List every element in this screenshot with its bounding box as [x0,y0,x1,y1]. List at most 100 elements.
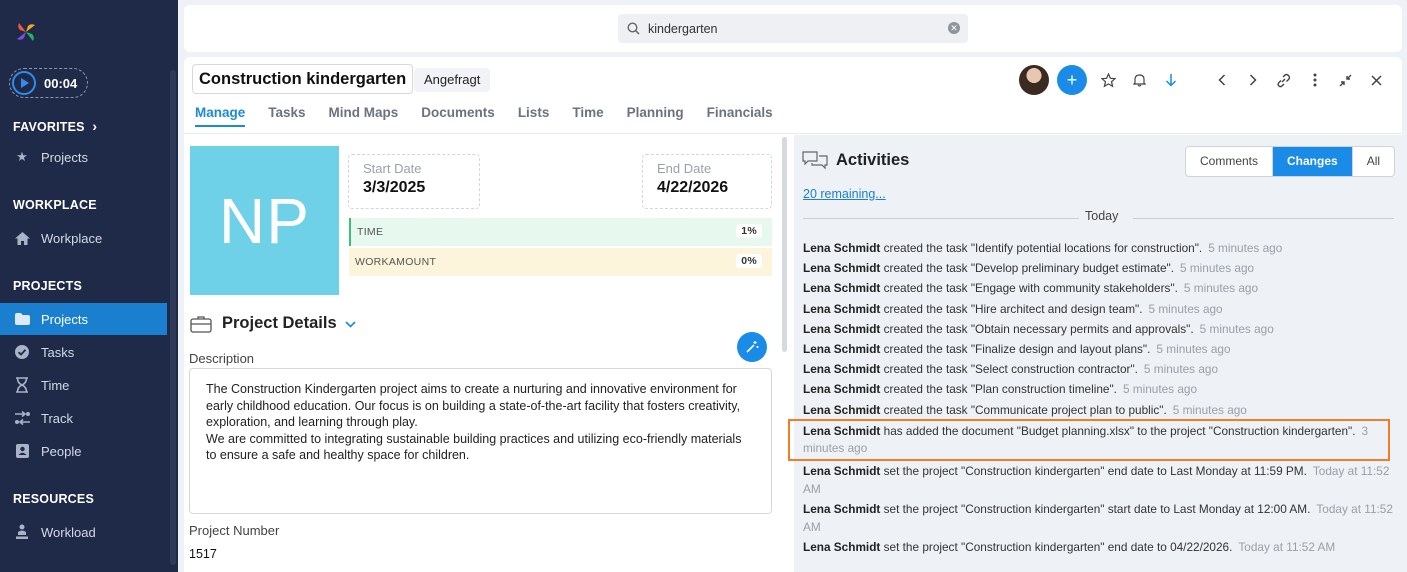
activity-item: Lena Schmidt created the task "Communica… [803,401,1393,419]
activity-time: 5 minutes ago [1143,362,1219,377]
search-value[interactable]: kindergarten [648,22,718,36]
filter-changes[interactable]: Changes [1272,147,1352,176]
end-date-field[interactable]: End Date 4/22/2026 [642,154,772,209]
activity-user[interactable]: Lena Schmidt [803,540,880,554]
sidebar-scrollbar[interactable] [170,70,176,565]
activity-text: created the task "Develop preliminary bu… [880,261,1174,276]
activity-time: 5 minutes ago [1172,402,1247,417]
track-icon [13,409,31,427]
ai-wand-button[interactable] [737,332,767,362]
sidebar-item-label: People [41,443,82,459]
time-label: TIME [357,226,384,238]
star-favorite-icon[interactable] [1093,65,1124,95]
status-badge[interactable]: Angefragt [414,68,491,92]
project-number-value[interactable]: 1517 [189,547,217,561]
contact-card-icon [13,442,31,460]
end-date-value: 4/22/2026 [657,179,729,196]
time-tracker[interactable]: 00:04 [9,68,88,98]
description-field[interactable]: The Construction Kindergarten project ai… [189,368,772,514]
day-separator: Today [803,209,1394,225]
project-initials-tile[interactable]: NP [190,146,339,295]
project-tabs: Manage Tasks Mind Maps Documents Lists T… [195,105,796,127]
sidebar-item-favorite-projects[interactable]: ★ Projects [0,141,167,173]
chevron-right-icon: › [92,118,98,134]
sidebar-item-track[interactable]: Track [0,402,167,434]
end-date-label: End Date [657,161,712,176]
activity-user[interactable]: Lena Schmidt [803,302,880,316]
activity-user[interactable]: Lena Schmidt [803,281,880,295]
activity-time: 5 minutes ago [1156,341,1231,356]
collapse-icon[interactable] [1330,65,1361,95]
avatar[interactable] [1019,65,1049,95]
favorites-heading[interactable]: FAVORITES › [13,118,97,134]
arrow-down-icon[interactable] [1155,65,1186,95]
activity-user[interactable]: Lena Schmidt [803,403,880,417]
clear-search-icon[interactable]: ✕ [948,22,960,34]
activity-user[interactable]: Lena Schmidt [803,382,880,396]
sidebar-item-projects[interactable]: Projects [0,303,167,335]
activity-item: Lena Schmidt set the project "Constructi… [803,500,1393,536]
start-date-field[interactable]: Start Date 3/3/2025 [348,154,480,209]
sidebar-item-label: Time [41,377,70,393]
activity-user[interactable]: Lena Schmidt [803,464,880,478]
activity-text: set the project "Construction kindergart… [880,539,1233,554]
sidebar-item-time[interactable]: Time [0,369,167,401]
link-icon[interactable] [1268,65,1299,95]
person-workload-icon [13,523,31,541]
divider [184,133,1402,134]
activity-text: set the project "Construction kindergart… [880,463,1307,478]
activity-user[interactable]: Lena Schmidt [803,362,880,376]
activity-text: created the task "Communicate project pl… [880,402,1167,417]
project-title[interactable]: Construction kindergarten [192,64,414,94]
close-icon[interactable] [1361,65,1392,95]
sidebar-item-workload[interactable]: Workload [0,516,167,548]
tab-manage[interactable]: Manage [195,105,246,127]
activities-panel: Activities Comments Changes All 20 remai… [788,135,1402,572]
activity-item-highlighted: Lena Schmidt has added the document "Bud… [788,418,1390,461]
activity-user[interactable]: Lena Schmidt [803,424,880,438]
remaining-link[interactable]: 20 remaining... [803,187,886,201]
plus-icon: + [1066,69,1078,90]
activity-time: 5 minutes ago [1179,261,1255,276]
start-date-label: Start Date [363,161,422,176]
activity-filter: Comments Changes All [1185,146,1396,177]
details-scrollbar[interactable] [782,137,787,352]
more-vertical-icon[interactable] [1299,65,1330,95]
time-percent: 1% [736,224,762,238]
activity-user[interactable]: Lena Schmidt [803,342,880,356]
tab-lists[interactable]: Lists [518,105,550,127]
check-circle-icon [13,343,31,361]
magic-wand-icon [746,341,759,353]
tab-tasks[interactable]: Tasks [268,105,305,127]
filter-all[interactable]: All [1351,147,1394,176]
briefcase-icon [190,315,212,333]
search-input[interactable]: kindergarten ✕ [618,14,968,43]
sidebar-item-label: Track [41,410,74,426]
sidebar-item-workplace[interactable]: Workplace [0,222,167,254]
sidebar-item-tasks[interactable]: Tasks [0,336,167,368]
tab-mind-maps[interactable]: Mind Maps [329,105,399,127]
filter-comments[interactable]: Comments [1186,147,1272,176]
activity-user[interactable]: Lena Schmidt [803,322,880,336]
tab-planning[interactable]: Planning [627,105,684,127]
app-logo[interactable] [14,20,38,44]
play-icon[interactable] [12,71,36,95]
activity-item: Lena Schmidt created the task "Select co… [803,360,1393,378]
chevron-right-icon[interactable] [1237,65,1268,95]
sidebar-item-people[interactable]: People [0,435,167,467]
chevron-left-icon[interactable] [1206,65,1237,95]
activity-item: Lena Schmidt set the project "Constructi… [803,538,1393,556]
tab-financials[interactable]: Financials [707,105,773,127]
chevron-down-icon[interactable] [345,317,356,331]
sidebar: 00:04 FAVORITES › ★ Projects WORKPLACE W… [0,0,178,572]
activity-user[interactable]: Lena Schmidt [803,261,880,275]
hourglass-icon [13,376,31,394]
bell-icon[interactable] [1124,65,1155,95]
add-button[interactable]: + [1057,65,1087,95]
activity-user[interactable]: Lena Schmidt [803,502,880,516]
activity-user[interactable]: Lena Schmidt [803,241,880,255]
project-details-heading[interactable]: Project Details [190,314,356,333]
tab-time[interactable]: Time [572,105,603,127]
tab-documents[interactable]: Documents [421,105,495,127]
header-actions: + [1019,65,1392,95]
